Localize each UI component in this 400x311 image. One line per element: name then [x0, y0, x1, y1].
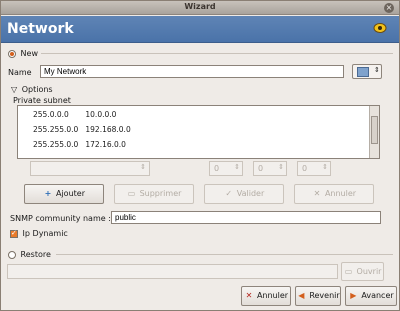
arrow-right-icon: ▶ — [350, 291, 357, 300]
new-radio[interactable] — [8, 49, 16, 58]
validate-label: Valider — [236, 189, 265, 198]
cancel-x-icon: ✕ — [245, 291, 253, 300]
ip-octet-value: 0 — [214, 164, 220, 173]
snmp-community-field[interactable] — [111, 211, 381, 224]
restore-file-field[interactable] — [7, 264, 338, 279]
list-item[interactable]: 255.255.0.0 192.168.0.0 — [33, 125, 131, 138]
cancel-x-icon: ✕ — [313, 189, 321, 198]
list-scrollbar[interactable] — [369, 106, 379, 158]
title-bar: Wizard × — [1, 1, 399, 15]
add-label: Ajouter — [55, 189, 85, 198]
network-icon-picker[interactable]: ⇕ — [352, 64, 382, 79]
subnet-network: 10.0.0.0 — [85, 110, 117, 119]
arrow-left-icon: ◀ — [298, 291, 305, 300]
page-header: Network — [1, 16, 399, 43]
close-icon[interactable]: × — [384, 3, 394, 13]
snmp-label: SNMP community name : — [10, 214, 111, 223]
restore-label: Restore — [20, 250, 51, 259]
private-subnet-label: Private subnet — [13, 96, 71, 105]
new-label: New — [20, 49, 38, 58]
spin-arrows-icon: ⇕ — [278, 163, 284, 171]
ip-dynamic-row[interactable]: Ip Dynamic — [10, 229, 68, 238]
cancel-label: Annuler — [256, 291, 289, 300]
subnet-mask: 255.255.0.0 — [33, 125, 79, 134]
mask-combo[interactable]: ⇕ — [30, 161, 150, 176]
cancel-edit-button[interactable]: ✕ Annuler — [294, 184, 374, 204]
scrollbar-thumb[interactable] — [371, 116, 378, 144]
ip-octet-field[interactable]: 0 ⇕ — [297, 161, 331, 176]
options-expander[interactable]: ▽ Options — [11, 85, 53, 94]
name-field[interactable] — [40, 65, 344, 78]
divider — [41, 53, 393, 54]
options-label: Options — [21, 85, 53, 94]
next-button[interactable]: ▶ Avancer — [345, 286, 397, 306]
ip-dynamic-label: Ip Dynamic — [22, 229, 68, 238]
network-logo-icon — [373, 23, 387, 33]
subnet-mask: 255.255.0.0 — [33, 140, 79, 149]
page-title: Network — [7, 21, 74, 37]
spin-arrows-icon: ⇕ — [234, 163, 240, 171]
ip-dynamic-checkbox[interactable] — [10, 229, 18, 238]
subnet-network: 172.16.0.0 — [85, 140, 126, 149]
combo-arrows-icon: ⇕ — [140, 163, 146, 171]
restore-radio[interactable] — [8, 250, 16, 259]
cancel-button[interactable]: ✕ Annuler — [241, 286, 291, 306]
name-label: Name — [8, 68, 32, 77]
network-picture-icon — [357, 67, 369, 77]
list-item[interactable]: 255.0.0.0 10.0.0.0 — [33, 110, 116, 123]
list-item[interactable]: 255.255.0.0 172.16.0.0 — [33, 140, 126, 153]
folder-icon: ▭ — [344, 267, 353, 276]
wizard-window: Wizard × Network New Name ⇕ ▽ Options Pr… — [0, 0, 400, 311]
delete-label: Supprimer — [139, 189, 182, 198]
add-button[interactable]: + Ajouter — [24, 184, 104, 204]
open-button[interactable]: ▭ Ouvrir — [341, 262, 384, 281]
subnet-list[interactable]: 255.0.0.0 10.0.0.0 255.255.0.0 192.168.0… — [17, 105, 380, 159]
spinner-arrows-icon: ⇕ — [374, 66, 380, 74]
ip-octet-value: 0 — [258, 164, 264, 173]
subnet-network: 192.168.0.0 — [85, 125, 131, 134]
back-button[interactable]: ◀ Revenir — [295, 286, 341, 306]
ip-octet-field[interactable]: 0 ⇕ — [209, 161, 243, 176]
ip-octet-field[interactable]: 0 ⇕ — [253, 161, 287, 176]
spin-arrows-icon: ⇕ — [322, 163, 328, 171]
expander-down-icon: ▽ — [11, 85, 18, 94]
delete-icon: ▭ — [127, 189, 136, 198]
subnet-mask: 255.0.0.0 — [33, 110, 69, 119]
divider — [56, 254, 393, 255]
open-label: Ouvrir — [356, 267, 382, 276]
restore-radio-row[interactable]: Restore — [8, 250, 51, 259]
cancel-edit-label: Annuler — [324, 189, 357, 198]
ip-octet-value: 0 — [302, 164, 308, 173]
delete-button[interactable]: ▭ Supprimer — [114, 184, 194, 204]
window-title: Wizard — [184, 2, 216, 11]
validate-button[interactable]: ✓ Valider — [204, 184, 284, 204]
plus-icon: + — [44, 189, 52, 198]
checkmark-icon: ✓ — [225, 189, 233, 198]
back-label: Revenir — [309, 291, 340, 300]
next-label: Avancer — [361, 291, 394, 300]
new-radio-row[interactable]: New — [8, 49, 38, 58]
